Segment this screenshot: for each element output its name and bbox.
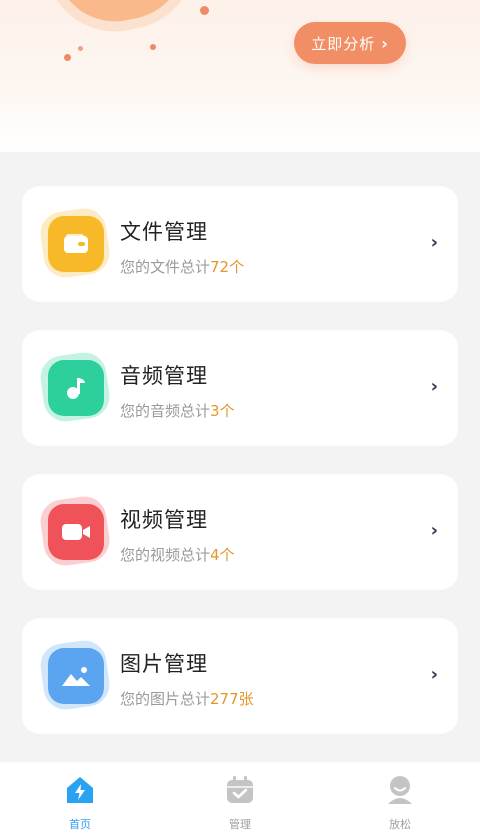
tab-home[interactable]: 首页 [40, 774, 120, 834]
file-count: 72个 [210, 258, 245, 276]
audio-count: 3个 [210, 402, 235, 420]
person-icon [384, 774, 416, 810]
card-audio-management[interactable]: 音频管理 您的音频总计3个 › [22, 330, 458, 446]
card-title: 图片管理 [120, 652, 208, 676]
tab-label: 首页 [69, 818, 91, 831]
card-subtitle: 您的图片总计277张 [120, 690, 254, 708]
tab-label: 管理 [229, 818, 251, 831]
card-title: 音频管理 [120, 364, 208, 388]
analyze-now-button[interactable]: 立即分析 › [294, 22, 406, 64]
header-banner: 立即分析 › [0, 0, 480, 152]
chevron-right-icon: › [430, 376, 438, 397]
card-video-management[interactable]: 视频管理 您的视频总计4个 › [22, 474, 458, 590]
calendar-check-icon [224, 774, 256, 810]
card-image-management[interactable]: 图片管理 您的图片总计277张 › [22, 618, 458, 734]
app-root: 立即分析 › 文件管理 您的文件总计72个 › 音频管理 您的音频总计3个 › … [0, 0, 480, 836]
bottom-tab-bar: 首页 管理 放松 [0, 762, 480, 836]
card-subtitle: 您的视频总计4个 [120, 546, 235, 564]
wallet-icon [37, 205, 113, 281]
tab-relax[interactable]: 放松 [360, 774, 440, 834]
card-file-management[interactable]: 文件管理 您的文件总计72个 › [22, 186, 458, 302]
decorative-blob [50, 0, 196, 33]
video-count: 4个 [210, 546, 235, 564]
decorative-dot [150, 44, 156, 50]
card-title: 视频管理 [120, 508, 208, 532]
tab-manage[interactable]: 管理 [200, 774, 280, 834]
tab-label: 放松 [389, 818, 411, 831]
card-subtitle: 您的音频总计3个 [120, 402, 235, 420]
chevron-right-icon: › [430, 520, 438, 541]
image-icon [37, 637, 113, 713]
analyze-now-label: 立即分析 [311, 34, 376, 53]
card-subtitle: 您的文件总计72个 [120, 258, 245, 276]
card-title: 文件管理 [120, 220, 208, 244]
chevron-right-icon: › [430, 232, 438, 253]
decorative-dot [78, 46, 83, 51]
decorative-dot [200, 6, 209, 15]
chevron-right-icon: › [430, 664, 438, 685]
image-count: 277张 [210, 690, 254, 708]
music-note-icon [37, 349, 113, 425]
chevron-right-icon: › [381, 33, 389, 53]
decorative-dot [64, 54, 71, 61]
video-camera-icon [37, 493, 113, 569]
home-lightning-icon [64, 774, 96, 810]
